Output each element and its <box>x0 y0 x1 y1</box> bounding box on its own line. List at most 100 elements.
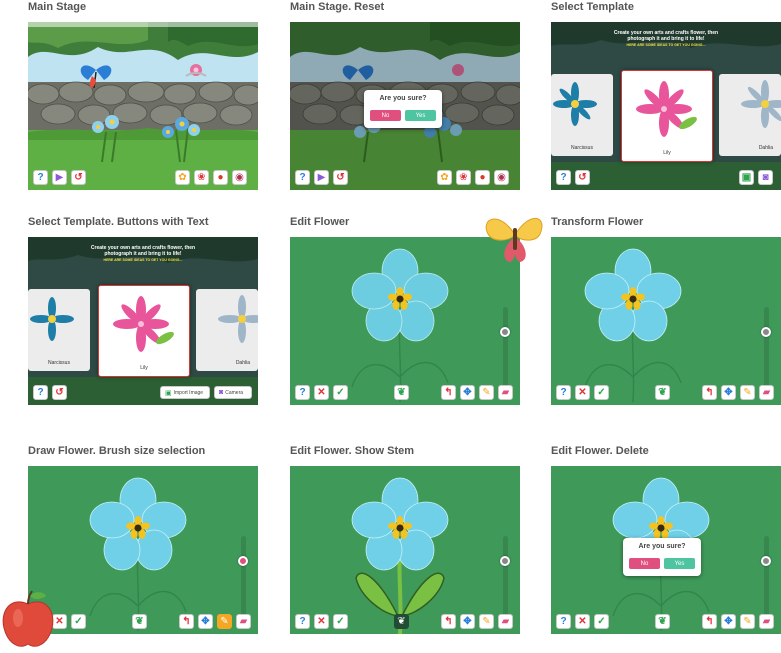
reset-button[interactable]: ↺ <box>333 170 348 185</box>
reset-confirm-dialog: Are you sure? No Yes <box>364 90 442 128</box>
close-icon: ✕ <box>578 615 587 627</box>
cancel-button[interactable]: ✕ <box>314 614 329 629</box>
undo-button[interactable]: ↰ <box>441 385 456 400</box>
help-button[interactable]: ? <box>33 385 48 400</box>
add-apple-button[interactable]: ● <box>213 170 228 185</box>
dialog-no-button[interactable]: No <box>370 110 401 121</box>
play-button[interactable]: ▶ <box>314 170 329 185</box>
show-stem-button[interactable]: ❦ <box>655 614 670 629</box>
undo-button[interactable]: ↰ <box>702 614 717 629</box>
undo-button[interactable]: ↰ <box>179 614 194 629</box>
done-button[interactable]: ✓ <box>333 385 348 400</box>
show-stem-button[interactable]: ❦ <box>655 385 670 400</box>
help-button[interactable]: ? <box>33 170 48 185</box>
help-button[interactable]: ? <box>556 614 571 629</box>
import-image-button[interactable]: ▣ Import Image <box>160 386 210 399</box>
cancel-button[interactable]: ✕ <box>314 385 329 400</box>
add-flower-button[interactable]: ❀ <box>456 170 471 185</box>
brush-size-slider-track[interactable] <box>503 307 508 397</box>
screen-edit-flower-delete: Are you sure? No Yes ? ✕ ✓ ❦ ↰ ✥ ✎ ▰ <box>551 466 781 634</box>
eraser-icon: ▰ <box>501 386 510 398</box>
help-button[interactable]: ? <box>295 614 310 629</box>
brush-size-slider-track[interactable] <box>764 307 769 397</box>
stem-icon: ❦ <box>658 615 667 627</box>
brush-button[interactable]: ✎ <box>740 385 755 400</box>
dialog-no-button[interactable]: No <box>629 558 660 569</box>
stem-icon: ❦ <box>397 386 406 398</box>
stem-icon: ❦ <box>135 615 144 627</box>
brush-size-slider-track[interactable] <box>503 536 508 626</box>
add-ball-button[interactable]: ◉ <box>232 170 247 185</box>
help-icon: ? <box>560 171 567 183</box>
help-button[interactable]: ? <box>556 170 571 185</box>
add-butterfly-button[interactable]: ✿ <box>175 170 190 185</box>
done-button[interactable]: ✓ <box>594 385 609 400</box>
show-stem-button[interactable]: ❦ <box>132 614 147 629</box>
brush-size-slider-knob[interactable] <box>500 556 510 566</box>
camera-button[interactable]: ◙ Camera <box>214 386 252 399</box>
transform-button[interactable]: ✥ <box>460 385 475 400</box>
brush-button[interactable]: ✎ <box>479 614 494 629</box>
transform-button[interactable]: ✥ <box>721 614 736 629</box>
help-button[interactable]: ? <box>295 170 310 185</box>
reset-button[interactable]: ↺ <box>71 170 86 185</box>
brush-button[interactable]: ✎ <box>479 385 494 400</box>
transform-button[interactable]: ✥ <box>198 614 213 629</box>
dahlia-image <box>218 295 258 343</box>
back-button[interactable]: ↺ <box>575 170 590 185</box>
eraser-button[interactable]: ▰ <box>759 385 774 400</box>
transform-button[interactable]: ✥ <box>460 614 475 629</box>
show-stem-button[interactable]: ❦ <box>394 385 409 400</box>
add-ball-button[interactable]: ◉ <box>494 170 509 185</box>
dialog-question: Are you sure? <box>638 543 686 550</box>
add-flower-button[interactable]: ❀ <box>194 170 209 185</box>
camera-button[interactable]: ◙ <box>758 170 773 185</box>
eraser-button[interactable]: ▰ <box>759 614 774 629</box>
import-image-button[interactable]: ▣ <box>739 170 754 185</box>
panel-edit-flower-delete: Edit Flower. Delete Are you sure? No Yes… <box>551 444 781 634</box>
dialog-yes-button[interactable]: Yes <box>405 110 436 121</box>
template-card-lily[interactable]: Lily <box>621 70 713 162</box>
brush-size-slider-knob[interactable] <box>761 327 771 337</box>
eraser-icon: ▰ <box>762 615 771 627</box>
eraser-button[interactable]: ▰ <box>498 385 513 400</box>
dialog-yes-button[interactable]: Yes <box>664 558 695 569</box>
eraser-button[interactable]: ▰ <box>236 614 251 629</box>
brush-size-slider-track[interactable] <box>241 536 246 626</box>
done-button[interactable]: ✓ <box>71 614 86 629</box>
cancel-button[interactable]: ✕ <box>575 614 590 629</box>
card-label: Narcissus <box>48 360 70 366</box>
done-button[interactable]: ✓ <box>594 614 609 629</box>
panel-title: Select Template. Buttons with Text <box>28 216 209 228</box>
brush-button[interactable]: ✎ <box>217 614 232 629</box>
template-card-lily[interactable]: Lily <box>98 285 190 377</box>
check-icon: ✓ <box>74 615 83 627</box>
brush-size-slider-knob[interactable] <box>761 556 771 566</box>
butterfly-icon: ✿ <box>440 171 449 183</box>
template-card-narcissus[interactable]: Narcissus <box>551 74 613 156</box>
show-stem-button[interactable]: ❦ <box>394 614 409 629</box>
template-card-dahlia[interactable]: Dahlia <box>719 74 781 156</box>
brush-size-slider-knob[interactable] <box>238 556 248 566</box>
add-butterfly-button[interactable]: ✿ <box>437 170 452 185</box>
eraser-button[interactable]: ▰ <box>498 614 513 629</box>
panel-draw-flower: Draw Flower. Brush size selection ? ✕ ✓ … <box>28 444 258 634</box>
brush-size-slider-track[interactable] <box>764 536 769 626</box>
help-button[interactable]: ? <box>295 385 310 400</box>
template-card-narcissus[interactable]: Narcissus <box>28 289 90 371</box>
brush-button[interactable]: ✎ <box>740 614 755 629</box>
done-button[interactable]: ✓ <box>333 614 348 629</box>
undo-button[interactable]: ↰ <box>702 385 717 400</box>
cancel-button[interactable]: ✕ <box>575 385 590 400</box>
help-button[interactable]: ? <box>556 385 571 400</box>
panel-title: Main Stage <box>28 1 87 13</box>
play-button[interactable]: ▶ <box>52 170 67 185</box>
transform-button[interactable]: ✥ <box>721 385 736 400</box>
back-button[interactable]: ↺ <box>52 385 67 400</box>
card-label: Dahlia <box>235 360 250 366</box>
template-card-dahlia[interactable]: Dahlia <box>196 289 258 371</box>
undo-button[interactable]: ↰ <box>441 614 456 629</box>
back-icon: ↺ <box>578 171 587 183</box>
brush-size-slider-knob[interactable] <box>500 327 510 337</box>
add-apple-button[interactable]: ● <box>475 170 490 185</box>
